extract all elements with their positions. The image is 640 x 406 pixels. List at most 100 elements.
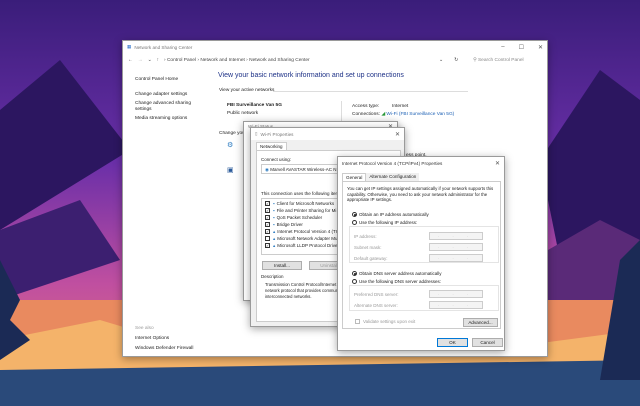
network-type: Public network [227, 111, 259, 116]
component-checkbox[interactable]: ✓ [265, 208, 270, 214]
ip-address-label: IP address: [354, 234, 377, 239]
alternate-dns-input[interactable]: . . . [429, 301, 483, 309]
adapter-icon: ◉ [265, 167, 269, 172]
manual-dns-label: Use the following DNS server addresses: [359, 279, 442, 284]
ipv4-title: Internet Protocol Version 4 (TCP/IPv4) P… [342, 160, 443, 166]
sidebar-item-media[interactable]: Media streaming options [135, 116, 215, 122]
validate-label: Validate settings upon exit [363, 319, 416, 324]
cancel-button[interactable]: Cancel [472, 338, 503, 347]
auto-dns-radio[interactable]: Obtain DNS server address automatically [352, 271, 442, 277]
address-dropdown[interactable]: ⌄ [439, 58, 443, 63]
install-button[interactable]: Install... [262, 261, 302, 270]
see-also: See also Internet Options Windows Defend… [135, 324, 193, 354]
preferred-dns-input[interactable]: . . . [429, 290, 483, 298]
sidebar-item-home[interactable]: Control Panel Home [135, 77, 215, 83]
component-checkbox[interactable]: ✓ [265, 215, 270, 221]
tab-networking[interactable]: Networking [256, 142, 287, 150]
auto-dns-label: Obtain DNS server address automatically [359, 271, 442, 276]
breadcrumb-network-internet[interactable]: Network and Internet [200, 58, 245, 63]
close-button[interactable]: ✕ [538, 44, 543, 51]
component-icon: ▪ [273, 201, 275, 206]
close-button[interactable]: ✕ [395, 131, 400, 138]
component-checkbox[interactable]: ✓ [265, 222, 270, 228]
adapter-name: Marvell AVASTAR Wireless-AC N [270, 167, 337, 172]
up-button[interactable]: ↑ [157, 58, 159, 63]
alternate-dns-label: Alternate DNS server: [354, 303, 398, 308]
sidebar-item-advanced-sharing[interactable]: Change advanced sharing settings [135, 101, 197, 113]
auto-ip-radio[interactable]: Obtain an IP address automatically [352, 212, 429, 218]
component-label: Client for Microsoft Networks [276, 201, 335, 206]
manual-ip-label: Use the following IP address: [359, 220, 418, 225]
breadcrumb[interactable]: › Control Panel › Network and Internet ›… [164, 58, 434, 63]
connections-label: Connections: [352, 112, 380, 117]
wifi-adapter-icon: ▯ [255, 131, 258, 136]
component-label: QoS Packet Scheduler [276, 215, 323, 220]
ip-address-input[interactable]: . . . [429, 232, 483, 240]
setup-connection-icon: ⚙ [227, 142, 234, 149]
component-checkbox[interactable]: ✓ [265, 229, 270, 235]
change-settings-label: Change your networking settings [219, 131, 245, 136]
firewall-link[interactable]: Windows Defender Firewall [135, 344, 193, 354]
auto-ip-label: Obtain an IP address automatically [359, 212, 429, 217]
sidebar-item-adapter[interactable]: Change adapter settings [135, 92, 215, 98]
component-icon: ▪ [273, 222, 275, 227]
network-icon: ▦ [127, 44, 132, 49]
validate-checkbox[interactable]: Validate settings upon exit [355, 319, 416, 325]
divider [273, 91, 468, 92]
access-type-label: Access type: [352, 104, 380, 109]
wifi-signal-icon: ◢ [381, 112, 386, 117]
search-input[interactable]: ⚲ Search Control Panel [473, 58, 523, 63]
manual-ip-radio[interactable]: Use the following IP address: [352, 220, 418, 226]
sidebar: Control Panel Home Change adapter settin… [135, 77, 215, 122]
refresh-button[interactable]: ↻ [454, 58, 458, 63]
advanced-button[interactable]: Advanced... [463, 318, 498, 327]
ok-button[interactable]: OK [437, 338, 468, 347]
component-icon: ▴ [273, 236, 276, 241]
gateway-input[interactable]: . . . [429, 254, 483, 262]
subnet-label: Subnet mask: [354, 245, 382, 250]
back-button[interactable]: ← [128, 58, 133, 63]
see-also-label: See also [135, 326, 154, 331]
component-icon: ▪ [273, 208, 275, 213]
address-bar: ← → ⌄ ↑ › Control Panel › Network and Inter… [123, 53, 547, 67]
component-label: Internet Protocol Version 4 (TC [277, 229, 340, 234]
items-label: This connection uses the following items… [261, 191, 343, 196]
title-bar: ▦ Network and Sharing Center – ☐ ✕ [123, 41, 547, 53]
window-title: Network and Sharing Center [134, 44, 193, 50]
wifi-properties-title: Wi-Fi Properties [260, 131, 294, 137]
general-panel: You can get IP settings assigned automat… [342, 181, 501, 329]
access-type-value: Internet [392, 104, 409, 109]
divider [341, 101, 342, 123]
component-label: Bridge Driver [276, 222, 303, 227]
component-label: Microsoft Network Adapter Mu [277, 236, 338, 241]
tab-general[interactable]: General [342, 173, 367, 181]
component-checkbox[interactable] [265, 236, 270, 242]
internet-options-link[interactable]: Internet Options [135, 334, 193, 344]
component-label: Microsoft LLDP Protocol Drive [277, 243, 338, 248]
subnet-input[interactable]: . . . [429, 243, 483, 251]
maximize-button[interactable]: ☐ [519, 44, 524, 51]
breadcrumb-control-panel[interactable]: Control Panel [167, 58, 196, 63]
component-checkbox[interactable]: ✓ [265, 201, 270, 207]
component-icon: ▴ [273, 229, 276, 234]
active-networks-label: View your active networks [219, 88, 275, 93]
component-label: File and Printer Sharing for Mi [276, 208, 337, 213]
forward-button[interactable]: → [138, 58, 143, 63]
manual-dns-radio[interactable]: Use the following DNS server addresses: [352, 279, 442, 285]
description-label: Description [261, 274, 284, 279]
tab-alternate-configuration[interactable]: Alternate Configuration [366, 173, 420, 181]
component-icon: ▪ [273, 215, 275, 220]
component-icon: ▴ [273, 243, 276, 248]
intro-text: You can get IP settings assigned automat… [347, 186, 494, 202]
wifi-connection-link[interactable]: Wi-Fi (FBI Surveillance Van 5G) [386, 112, 454, 117]
ipv4-properties-dialog: Internet Protocol Version 4 (TCP/IPv4) P… [337, 156, 505, 351]
connect-using-label: Connect using: [261, 157, 292, 162]
troubleshoot-icon: ▣ [227, 167, 234, 174]
recent-dropdown[interactable]: ⌄ [148, 58, 152, 63]
minimize-button[interactable]: – [501, 44, 504, 51]
component-checkbox[interactable]: ✓ [265, 243, 270, 249]
close-button[interactable]: ✕ [495, 160, 500, 167]
breadcrumb-current[interactable]: Network and Sharing Center [249, 58, 310, 63]
tab-bar: General Alternate Configuration [342, 173, 420, 181]
search-placeholder: Search Control Panel [477, 57, 524, 63]
